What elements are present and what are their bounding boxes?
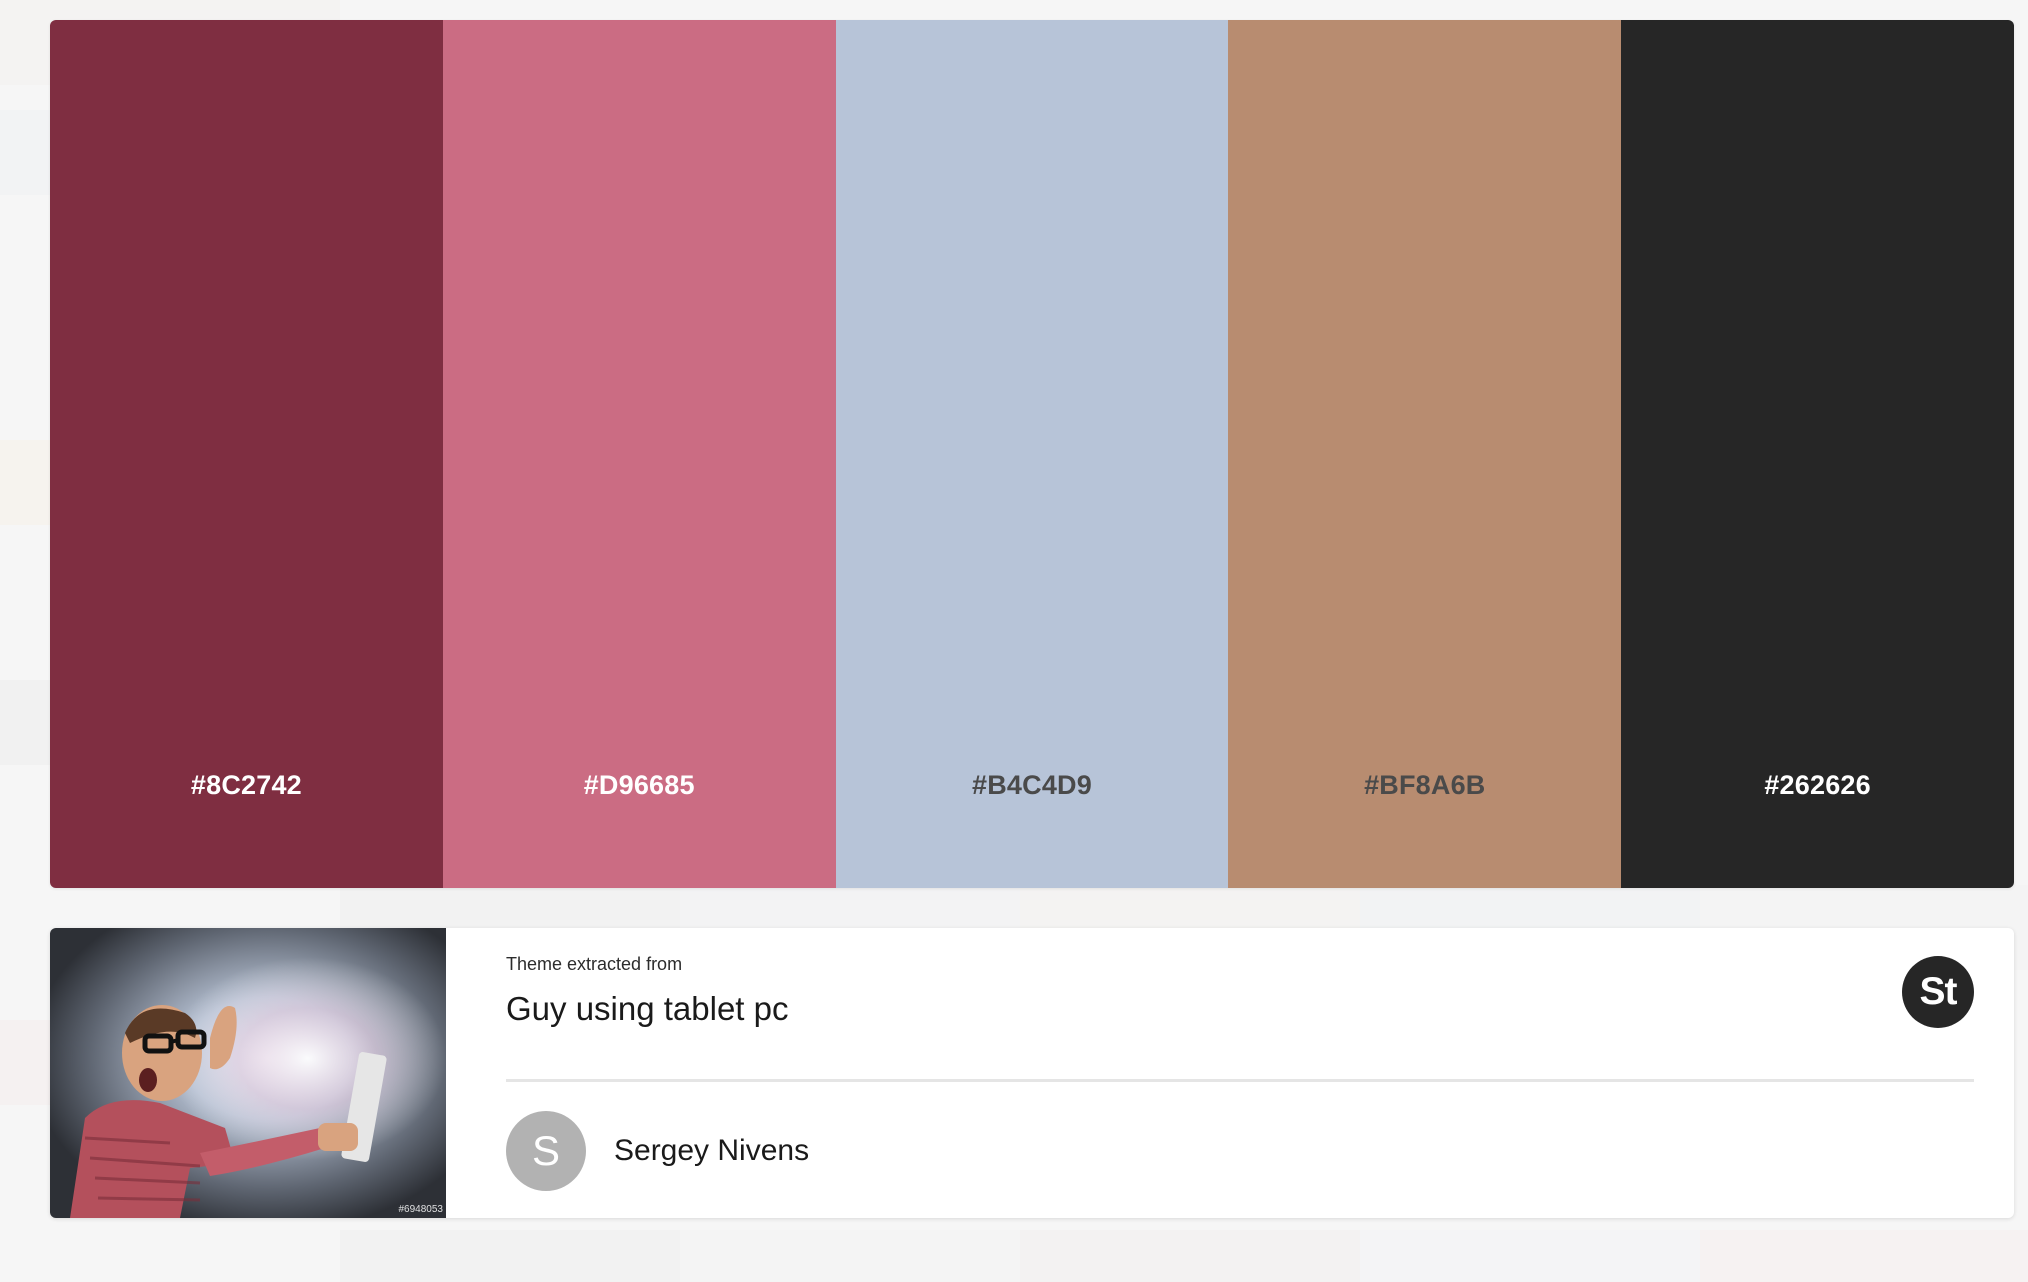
author-link[interactable]: S Sergey Nivens: [506, 1111, 809, 1191]
color-swatch-4[interactable]: #BF8A6B: [1228, 20, 1622, 888]
stock-badge-label: St: [1919, 970, 1958, 1013]
divider: [506, 1079, 1974, 1082]
avatar-initial: S: [531, 1127, 560, 1174]
color-swatch-5[interactable]: #262626: [1621, 20, 2014, 888]
color-swatch-3[interactable]: #B4C4D9: [835, 20, 1229, 888]
source-title-link[interactable]: Guy using tablet pc: [506, 990, 789, 1028]
source-label: Theme extracted from: [506, 954, 683, 974]
swatch-hex-label: #BF8A6B: [1364, 770, 1486, 800]
user-avatar-icon: S: [506, 1111, 586, 1191]
color-swatch-1[interactable]: #8C2742: [50, 20, 443, 888]
color-swatch-2[interactable]: #D96685: [442, 20, 836, 888]
adobe-stock-icon[interactable]: St: [1902, 956, 1974, 1028]
swatch-hex-label: #B4C4D9: [972, 770, 1092, 800]
author-name: Sergey Nivens: [614, 1134, 810, 1167]
swatch-hex-label: #D96685: [583, 770, 695, 800]
thumbnail-id-label: #6948053: [398, 1204, 444, 1215]
color-palette: #8C2742 #D96685 #B4C4D9 #BF8A6B #262626: [50, 20, 2014, 888]
source-thumbnail-image: [50, 928, 466, 1218]
source-thumbnail[interactable]: #6948053: [50, 928, 466, 1218]
swatch-hex-label: #8C2742: [190, 770, 302, 800]
swatch-hex-label: #262626: [1764, 770, 1871, 800]
theme-source-card: #6948053 Theme extracted from Guy using …: [50, 928, 2014, 1218]
